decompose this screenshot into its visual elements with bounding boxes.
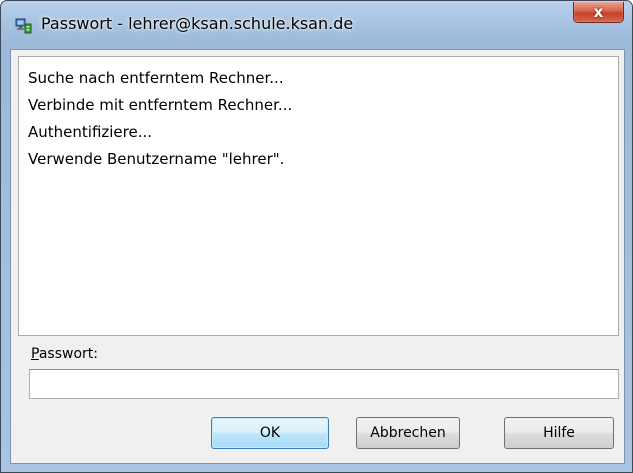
password-dialog-window: Passwort - lehrer@ksan.schule.ksan.de x …	[0, 0, 633, 473]
close-icon: x	[593, 2, 604, 21]
password-input[interactable]	[29, 369, 619, 399]
ok-button[interactable]: OK	[211, 417, 329, 449]
log-line: Verbinde mit entferntem Rechner...	[28, 96, 293, 114]
close-button[interactable]: x	[573, 2, 624, 23]
password-label-text: asswort:	[38, 346, 98, 362]
log-line: Suche nach entferntem Rechner...	[28, 69, 284, 87]
window-title: Passwort - lehrer@ksan.schule.ksan.de	[41, 14, 354, 33]
network-computer-icon	[15, 17, 33, 35]
log-line: Authentifiziere...	[28, 123, 153, 141]
help-button[interactable]: Hilfe	[504, 417, 614, 449]
dialog-client-area: Suche nach entferntem Rechner... Verbind…	[10, 49, 625, 464]
password-label: Passwort:	[31, 346, 98, 362]
connection-log[interactable]: Suche nach entferntem Rechner... Verbind…	[18, 56, 619, 336]
log-line: Verwende Benutzername "lehrer".	[28, 150, 285, 168]
title-bar[interactable]: Passwort - lehrer@ksan.schule.ksan.de x	[1, 1, 632, 49]
cancel-button[interactable]: Abbrechen	[356, 417, 460, 449]
password-label-accelerator: P	[31, 346, 39, 362]
